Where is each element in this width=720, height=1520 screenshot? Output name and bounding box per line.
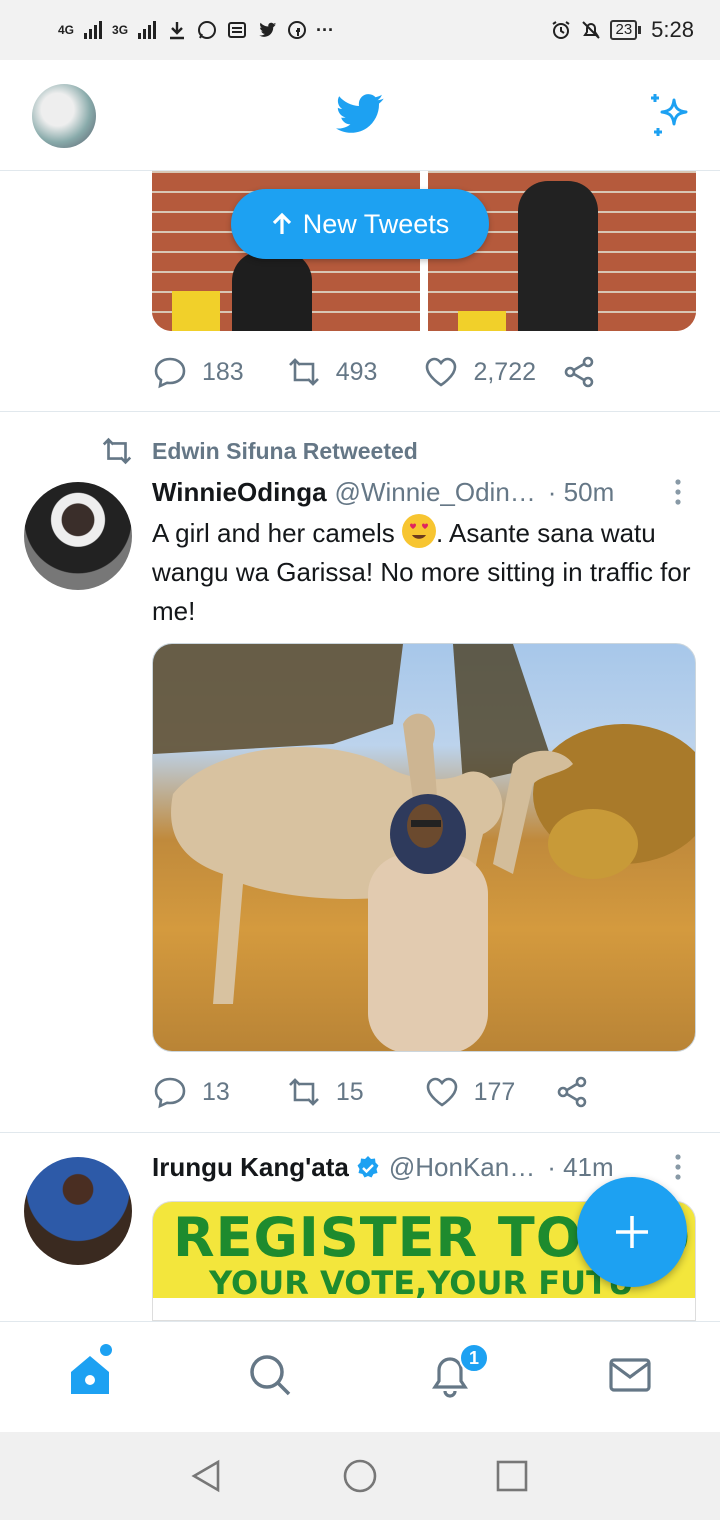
more-options-icon[interactable] [668, 477, 688, 507]
retweet-button[interactable]: 493 [286, 354, 378, 390]
messages-mail-icon[interactable] [607, 1352, 653, 1398]
twitter-small-icon [259, 22, 277, 37]
home-new-dot [100, 1344, 112, 1356]
tweet-header: WinnieOdinga @Winnie_Odin… · 50m [152, 477, 692, 508]
retweet-icon [288, 358, 319, 386]
network-4g-indicator: 4G [58, 23, 75, 37]
status-bar: 4G 3G ··· 23 5:28 [0, 0, 720, 60]
new-tweets-label: New Tweets [302, 208, 450, 239]
reply-button[interactable]: 13 [152, 1074, 230, 1110]
reply-count: 183 [202, 357, 244, 386]
reply-icon [154, 1077, 186, 1109]
tweet-header: Irungu Kang'ata @HonKan… · 41m [152, 1152, 692, 1183]
tweet-time: · 41m [547, 1152, 614, 1182]
more-options-icon[interactable] [668, 1152, 688, 1182]
new-tweets-button[interactable]: New Tweets [231, 189, 489, 259]
verified-badge-icon [357, 1155, 379, 1177]
home-circle-icon[interactable] [342, 1458, 378, 1494]
home-icon[interactable] [67, 1352, 113, 1398]
tweet-actions: 13 15 177 [152, 1072, 591, 1112]
retweet-count: 15 [335, 1077, 364, 1106]
tweet-media-photo[interactable] [152, 643, 696, 1052]
retweet-button[interactable]: 15 [286, 1074, 364, 1110]
clock: 5:28 [651, 17, 694, 42]
image-bag [172, 291, 220, 331]
plus-icon [616, 1216, 648, 1248]
bottom-navigation [0, 1321, 720, 1432]
image-bag [458, 311, 506, 331]
mute-bell-icon [582, 21, 601, 39]
status-right: 23 5:28 [550, 17, 694, 43]
like-button[interactable]: 177 [424, 1074, 516, 1110]
retweet-icon [102, 437, 132, 465]
author-handle[interactable]: @HonKan… [389, 1152, 535, 1183]
retweeted-by-line[interactable]: Edwin Sifuna Retweeted [100, 434, 418, 468]
arrow-up-icon [272, 212, 291, 234]
like-count: 2,722 [473, 357, 536, 386]
retweet-icon [288, 1078, 319, 1106]
image-person [232, 251, 312, 331]
banner-subtitle: YOUR VOTE,YOUR FUTU [209, 1264, 634, 1302]
banner-strip [153, 1298, 695, 1320]
retweet-count: 493 [335, 357, 378, 386]
whatsapp-icon [198, 21, 217, 39]
profile-avatar[interactable] [32, 84, 96, 148]
signal-icon-2 [138, 21, 157, 39]
reply-button[interactable]: 183 [152, 354, 244, 390]
tweet-divider [0, 411, 720, 412]
reply-count: 13 [202, 1077, 230, 1106]
network-3g-indicator: 3G [112, 23, 129, 37]
system-navigation-bar [0, 1432, 720, 1520]
sparkle-icon[interactable] [646, 90, 696, 140]
author-name[interactable]: Irungu Kang'ata [152, 1152, 349, 1183]
twitter-bird-icon [336, 94, 384, 133]
share-button[interactable] [562, 354, 598, 390]
like-button[interactable]: 2,722 [423, 354, 536, 390]
heart-eyes-emoji-icon [402, 514, 437, 548]
author-name[interactable]: WinnieOdinga [152, 477, 327, 508]
signal-icon [84, 21, 103, 39]
alarm-icon [552, 21, 571, 39]
battery-indicator: 23 [610, 20, 641, 40]
share-icon [564, 356, 594, 388]
facebook-icon [288, 21, 307, 39]
tweet-author-avatar[interactable] [24, 1157, 132, 1265]
retweeted-by-label: Edwin Sifuna Retweeted [152, 437, 418, 464]
reply-icon [154, 357, 186, 389]
timeline-feed[interactable]: New Tweets 183 493 2,722 Edwin Sifuna Re… [0, 171, 720, 1321]
camel-photo-illustration [153, 644, 695, 1051]
status-left: 4G 3G ··· [58, 19, 334, 41]
search-icon[interactable] [247, 1352, 293, 1398]
like-count: 177 [473, 1077, 516, 1106]
heart-icon [426, 357, 457, 387]
share-icon [558, 1076, 587, 1108]
tweet-divider [0, 1132, 720, 1133]
share-button[interactable] [555, 1074, 591, 1110]
download-icon [170, 22, 185, 40]
author-handle[interactable]: @Winnie_Odin… [335, 477, 536, 508]
tweet-author-avatar[interactable] [24, 482, 132, 590]
image-person [518, 181, 598, 331]
more-notifications-icon: ··· [316, 19, 335, 40]
notifications-badge: 1 [459, 1343, 489, 1373]
heart-icon [426, 1077, 457, 1107]
recents-square-icon[interactable] [494, 1458, 530, 1494]
message-icon [228, 22, 247, 38]
tweet-actions: 183 493 2,722 [152, 352, 598, 392]
app-header [0, 60, 720, 171]
compose-tweet-button[interactable] [577, 1177, 687, 1287]
tweet-time: · 50m [547, 477, 615, 507]
tweet-text: A girl and her camels . Asante sana watu… [152, 514, 696, 631]
back-icon[interactable] [188, 1458, 224, 1494]
tweet-text-part1: A girl and her camels [152, 518, 395, 548]
